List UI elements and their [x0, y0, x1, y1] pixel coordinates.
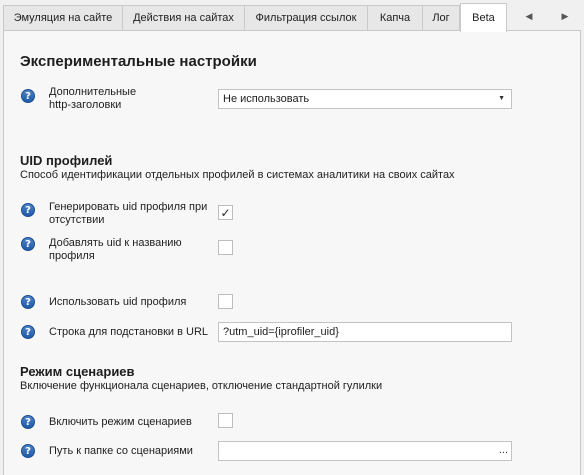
help-icon[interactable]: ?: [21, 415, 35, 429]
uid-section-description: Способ идентификации отдельных профилей …: [20, 169, 455, 181]
tab-emulation[interactable]: Эмуляция на сайте: [3, 5, 123, 30]
generate-uid-checkbox[interactable]: ✓: [218, 205, 233, 220]
scroll-left-icon[interactable]: ◀: [520, 6, 538, 26]
enable-scenarios-label: Включить режим сценариев: [49, 416, 192, 428]
browse-button[interactable]: ...: [499, 441, 508, 459]
scenarios-section-title: Режим сценариев: [20, 364, 135, 379]
checkmark-icon: ✓: [220, 205, 231, 220]
beta-settings-panel: Экспериментальные настройки ? Дополнител…: [3, 30, 581, 475]
help-icon[interactable]: ?: [21, 325, 35, 339]
help-icon[interactable]: ?: [21, 237, 35, 251]
append-uid-label: Добавлять uid к названию профиля: [49, 237, 182, 262]
scenarios-folder-label: Путь к папке со сценариями: [49, 445, 193, 457]
scroll-right-icon[interactable]: ▶: [556, 6, 574, 26]
enable-scenarios-checkbox[interactable]: [218, 413, 233, 428]
experimental-settings-title: Экспериментальные настройки: [20, 53, 257, 70]
use-uid-label: Использовать uid профиля: [49, 296, 187, 308]
url-string-input[interactable]: ?utm_uid={iprofiler_uid}: [218, 322, 512, 342]
http-headers-select[interactable]: Не использовать ▼: [218, 89, 512, 109]
tab-captcha[interactable]: Капча: [367, 5, 423, 30]
tab-beta[interactable]: Beta: [460, 3, 507, 32]
help-icon[interactable]: ?: [21, 203, 35, 217]
tab-site-actions[interactable]: Действия на сайтах: [122, 5, 245, 30]
url-string-label: Строка для подстановки в URL: [49, 326, 209, 338]
chevron-down-icon: ▼: [498, 95, 505, 102]
http-headers-value: Не использовать: [223, 93, 310, 105]
uid-section-title: UID профилей: [20, 153, 113, 168]
append-uid-checkbox[interactable]: [218, 240, 233, 255]
scenarios-section-description: Включение функционала сценариев, отключе…: [20, 380, 383, 392]
tab-link-filter[interactable]: Фильтрация ссылок: [244, 5, 368, 30]
scenarios-folder-input[interactable]: ...: [218, 441, 512, 461]
help-icon[interactable]: ?: [21, 89, 35, 103]
tab-bar: Эмуляция на сайте Действия на сайтах Фил…: [0, 0, 584, 32]
tab-log[interactable]: Лог: [422, 5, 460, 30]
help-icon[interactable]: ?: [21, 295, 35, 309]
help-icon[interactable]: ?: [21, 444, 35, 458]
http-headers-label: Дополнительные http-заголовки: [49, 86, 137, 111]
use-uid-checkbox[interactable]: [218, 294, 233, 309]
generate-uid-label: Генерировать uid профиля при отсутствии: [49, 201, 208, 226]
